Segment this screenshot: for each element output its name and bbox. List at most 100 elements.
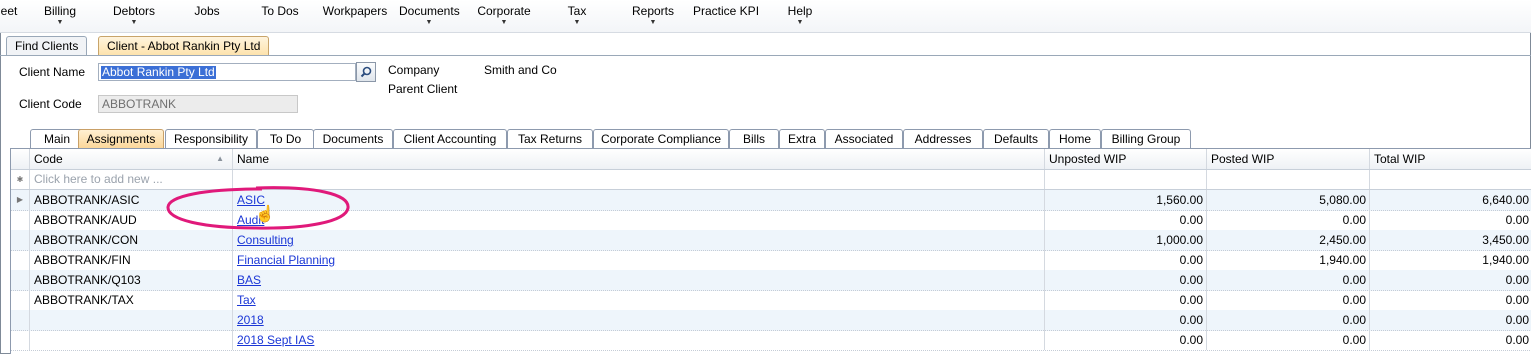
cell-unposted-wip[interactable]: 1,000.00 xyxy=(1045,230,1207,250)
tab-home[interactable]: Home xyxy=(1049,129,1101,148)
assignment-link[interactable]: Financial Planning xyxy=(237,253,335,267)
table-row[interactable]: ABBOTRANK/CON Consulting 1,000.00 2,450.00 3… xyxy=(11,230,1531,251)
new-row-cell[interactable] xyxy=(1370,170,1531,189)
cell-code[interactable]: ABBOTRANK/ASIC xyxy=(30,190,233,210)
menu-tax[interactable]: Tax ▼ xyxy=(562,4,592,30)
tab-addresses[interactable]: Addresses xyxy=(903,129,983,148)
table-row[interactable]: ▶ ABBOTRANK/ASIC ASIC 1,560.00 5,080.00 6,640… xyxy=(11,190,1531,211)
cell-code[interactable]: ABBOTRANK/FIN xyxy=(30,250,233,270)
table-row[interactable]: ABBOTRANK/TAX Tax 0.00 0.00 0.00 xyxy=(11,290,1531,311)
menu-help[interactable]: Help ▼ xyxy=(786,4,814,30)
search-icon xyxy=(360,66,372,78)
tab-to-do[interactable]: To Do xyxy=(257,129,314,148)
assignment-link[interactable]: Tax xyxy=(237,293,256,307)
tab-extra[interactable]: Extra xyxy=(779,129,825,148)
tab-client-abbot-rankin[interactable]: Client - Abbot Rankin Pty Ltd xyxy=(98,36,270,55)
column-header-name[interactable]: Name xyxy=(233,149,1045,169)
new-row[interactable]: ✱ Click here to add new ... xyxy=(11,170,1531,190)
tab-bills[interactable]: Bills xyxy=(729,129,779,148)
cell-total-wip[interactable]: 0.00 xyxy=(1370,210,1531,230)
cell-code[interactable]: ABBOTRANK/TAX xyxy=(30,290,233,310)
cell-unposted-wip[interactable]: 0.00 xyxy=(1045,330,1207,350)
cell-total-wip[interactable]: 0.00 xyxy=(1370,290,1531,310)
cell-posted-wip[interactable]: 2,450.00 xyxy=(1207,230,1370,250)
new-row-cell[interactable] xyxy=(1207,170,1370,189)
menu-practice-kpi[interactable]: Practice KPI xyxy=(693,4,759,30)
cell-posted-wip[interactable]: 0.00 xyxy=(1207,210,1370,230)
table-row[interactable]: ABBOTRANK/Q103 BAS 0.00 0.00 0.00 xyxy=(11,270,1531,291)
tab-corporate-compliance[interactable]: Corporate Compliance xyxy=(593,129,729,148)
tab-associated[interactable]: Associated xyxy=(825,129,903,148)
tab-assignments[interactable]: Assignments xyxy=(78,129,164,148)
cell-unposted-wip[interactable]: 0.00 xyxy=(1045,250,1207,270)
cell-total-wip[interactable]: 1,940.00 xyxy=(1370,250,1531,270)
sort-ascending-icon: ▲ xyxy=(216,154,224,163)
cell-unposted-wip[interactable]: 0.00 xyxy=(1045,210,1207,230)
client-name-input[interactable]: Abbot Rankin Pty Ltd xyxy=(98,63,356,81)
cell-posted-wip[interactable]: 0.00 xyxy=(1207,330,1370,350)
tab-client-accounting[interactable]: Client Accounting xyxy=(393,129,507,148)
new-row-placeholder[interactable]: Click here to add new ... xyxy=(30,170,233,189)
cell-unposted-wip[interactable]: 1,560.00 xyxy=(1045,190,1207,210)
menu-todos[interactable]: To Dos xyxy=(257,4,303,30)
cell-posted-wip[interactable]: 5,080.00 xyxy=(1207,190,1370,210)
table-row[interactable]: ABBOTRANK/AUD Audit 0.00 0.00 0.00 xyxy=(11,210,1531,231)
table-row[interactable]: 2018 0.00 0.00 0.00 xyxy=(11,310,1531,331)
cell-code[interactable]: ABBOTRANK/CON xyxy=(30,230,233,250)
tab-documents[interactable]: Documents xyxy=(313,129,393,148)
tab-find-clients[interactable]: Find Clients xyxy=(6,36,88,55)
new-row-cell[interactable] xyxy=(233,170,1045,189)
menu-corporate[interactable]: Corporate ▼ xyxy=(475,4,533,30)
menu-jobs[interactable]: Jobs xyxy=(190,4,224,30)
menu-reports[interactable]: Reports ▼ xyxy=(629,4,677,30)
cell-posted-wip[interactable]: 0.00 xyxy=(1207,270,1370,290)
column-header-code[interactable]: Code ▲ xyxy=(30,149,233,169)
new-row-cell[interactable] xyxy=(1045,170,1207,189)
menu-label: Documents xyxy=(399,4,460,18)
menu-debtors[interactable]: Debtors ▼ xyxy=(106,4,162,30)
cell-unposted-wip[interactable]: 0.00 xyxy=(1045,310,1207,330)
menu-billing[interactable]: Billing ▼ xyxy=(36,4,84,30)
tab-tax-returns[interactable]: Tax Returns xyxy=(507,129,593,148)
cell-code[interactable]: ABBOTRANK/AUD xyxy=(30,210,233,230)
assignment-link[interactable]: ASIC xyxy=(237,193,265,207)
tab-responsibility[interactable]: Responsibility xyxy=(165,129,257,148)
menu-label: Corporate xyxy=(477,4,531,18)
cell-unposted-wip[interactable]: 0.00 xyxy=(1045,270,1207,290)
cell-code[interactable]: ABBOTRANK/Q103 xyxy=(30,270,233,290)
column-header-total-wip[interactable]: Total WIP xyxy=(1370,149,1531,169)
cell-posted-wip[interactable]: 0.00 xyxy=(1207,310,1370,330)
tab-defaults[interactable]: Defaults xyxy=(983,129,1049,148)
menu-workpapers[interactable]: Workpapers xyxy=(322,4,388,30)
dropdown-arrow-icon: ▼ xyxy=(500,19,508,26)
cell-total-wip[interactable]: 0.00 xyxy=(1370,270,1531,290)
cell-unposted-wip[interactable]: 0.00 xyxy=(1045,290,1207,310)
column-header-unposted-wip[interactable]: Unposted WIP xyxy=(1045,149,1207,169)
cell-posted-wip[interactable]: 0.00 xyxy=(1207,290,1370,310)
cell-name: 2018 xyxy=(233,310,1045,330)
assignment-link[interactable]: Audit xyxy=(237,213,264,227)
table-row[interactable]: 2018 Sept IAS 0.00 0.00 0.00 xyxy=(11,330,1531,351)
row-indicator xyxy=(11,250,30,270)
cell-posted-wip[interactable]: 1,940.00 xyxy=(1207,250,1370,270)
company-label: Company xyxy=(388,63,440,77)
menu-documents[interactable]: Documents ▼ xyxy=(399,4,460,30)
current-row-arrow-icon: ▶ xyxy=(11,190,30,210)
column-header-posted-wip[interactable]: Posted WIP xyxy=(1207,149,1370,169)
cell-code[interactable] xyxy=(30,330,233,350)
cell-total-wip[interactable]: 0.00 xyxy=(1370,310,1531,330)
assignment-link[interactable]: BAS xyxy=(237,273,261,287)
cell-total-wip[interactable]: 3,450.00 xyxy=(1370,230,1531,250)
tab-main[interactable]: Main xyxy=(30,129,84,148)
tab-billing-group[interactable]: Billing Group xyxy=(1101,129,1191,148)
cell-code[interactable] xyxy=(30,310,233,330)
cell-total-wip[interactable]: 0.00 xyxy=(1370,330,1531,350)
cell-total-wip[interactable]: 6,640.00 xyxy=(1370,190,1531,210)
menu-sheet[interactable]: eet xyxy=(0,4,20,30)
row-indicator xyxy=(11,330,30,350)
assignment-link[interactable]: Consulting xyxy=(237,233,294,247)
assignment-link[interactable]: 2018 xyxy=(237,313,264,327)
client-search-button[interactable] xyxy=(356,62,376,82)
table-row[interactable]: ABBOTRANK/FIN Financial Planning 0.00 1,940… xyxy=(11,250,1531,271)
assignment-link[interactable]: 2018 Sept IAS xyxy=(237,333,314,347)
